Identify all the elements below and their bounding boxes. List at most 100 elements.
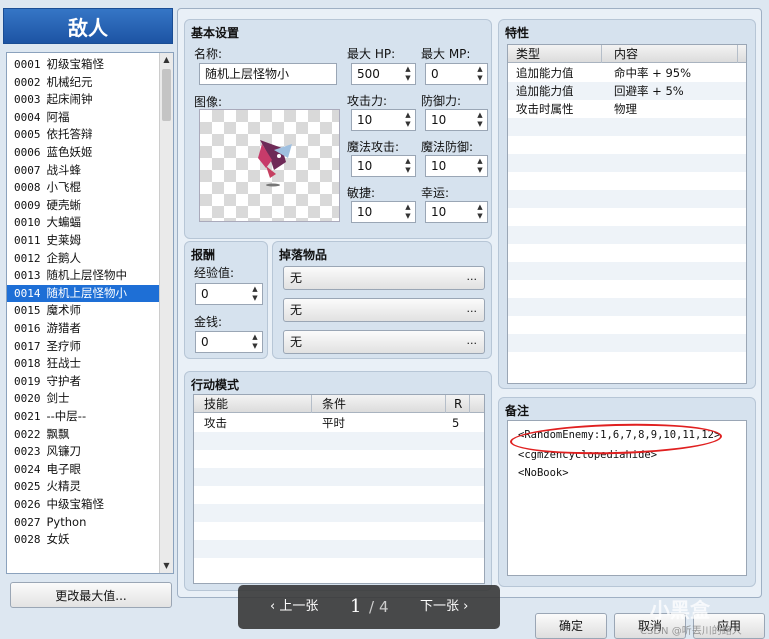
spinner-arrows-icon[interactable]: ▲ ▼: [403, 111, 413, 129]
table-row[interactable]: [508, 190, 746, 208]
table-row[interactable]: [194, 432, 484, 450]
prev-page-button[interactable]: ‹ 上一张: [270, 585, 318, 629]
agi-value: 10: [357, 205, 373, 219]
table-row[interactable]: 追加能力值 回避率 + 5%: [508, 82, 746, 100]
max-hp-value: 500: [357, 67, 380, 81]
table-row[interactable]: [508, 352, 746, 370]
table-row[interactable]: [194, 522, 484, 540]
action-patterns-table[interactable]: 技能 条件 R 攻击 平时 5: [193, 394, 485, 584]
enemy-list-item[interactable]: 0022 飘飘: [7, 426, 159, 444]
name-input[interactable]: 随机上层怪物小: [199, 63, 337, 85]
enemy-image-picker[interactable]: [199, 109, 340, 222]
enemy-list-item[interactable]: 0015 魔术师: [7, 302, 159, 320]
enemy-list-item[interactable]: 0006 蓝色妖姬: [7, 144, 159, 162]
table-row[interactable]: [194, 540, 484, 558]
spinner-arrows-icon[interactable]: ▲ ▼: [475, 203, 485, 221]
scroll-up-arrow-icon[interactable]: ▲: [160, 53, 173, 67]
enemy-list-item[interactable]: 0017 圣疗师: [7, 338, 159, 356]
table-row[interactable]: [508, 334, 746, 352]
enemy-id: 0016: [14, 322, 41, 335]
enemy-list-item[interactable]: 0028 女妖: [7, 531, 159, 549]
table-row[interactable]: [508, 298, 746, 316]
traits-table[interactable]: 类型 内容 追加能力值 命中率 + 95% 追加能力值 回避率 + 5% 攻击时属性 物理: [507, 44, 747, 384]
enemy-list-item[interactable]: 0005 依托答辩: [7, 126, 159, 144]
table-row[interactable]: [508, 136, 746, 154]
enemy-list-item[interactable]: 0010 大蝙蝠: [7, 214, 159, 232]
enemy-list-item[interactable]: 0024 电子眼: [7, 461, 159, 479]
table-row[interactable]: [194, 468, 484, 486]
enemy-list-item[interactable]: 0018 狂战士: [7, 355, 159, 373]
enemy-list[interactable]: 0001 初级宝箱怪 0002 机械纪元 0003 起床闹钟 0004 阿福 0005 依托答辩 0…: [6, 52, 174, 574]
table-row[interactable]: [194, 450, 484, 468]
action-header-condition[interactable]: 条件: [312, 395, 446, 413]
table-row[interactable]: [508, 154, 746, 172]
agi-spinner[interactable]: 10 ▲ ▼: [351, 201, 416, 223]
enemy-list-item[interactable]: 0012 企鹅人: [7, 250, 159, 268]
table-row[interactable]: [508, 280, 746, 298]
spinner-arrows-icon[interactable]: ▲ ▼: [475, 65, 485, 83]
action-header-rating[interactable]: R: [446, 395, 470, 413]
table-row[interactable]: [508, 244, 746, 262]
exp-spinner[interactable]: 0 ▲ ▼: [195, 283, 263, 305]
table-row[interactable]: [508, 208, 746, 226]
enemy-list-item[interactable]: 0023 风镰刀: [7, 443, 159, 461]
enemy-list-item[interactable]: 0021 --中层--: [7, 408, 159, 426]
next-page-button[interactable]: 下一张 ›: [420, 585, 468, 629]
table-row[interactable]: 攻击时属性 物理: [508, 100, 746, 118]
enemy-list-item[interactable]: 0001 初级宝箱怪: [7, 56, 159, 74]
mdf-spinner[interactable]: 10 ▲ ▼: [425, 155, 488, 177]
gold-spinner[interactable]: 0 ▲ ▼: [195, 331, 263, 353]
spinner-arrows-icon[interactable]: ▲ ▼: [403, 203, 413, 221]
spinner-arrows-icon[interactable]: ▲ ▼: [475, 111, 485, 129]
enemy-list-item[interactable]: 0011 史莱姆: [7, 232, 159, 250]
enemy-list-item[interactable]: 0003 起床闹钟: [7, 91, 159, 109]
enemy-list-item[interactable]: 0019 守护者: [7, 373, 159, 391]
action-header-skill[interactable]: 技能: [194, 395, 312, 413]
max-hp-spinner[interactable]: 500 ▲ ▼: [351, 63, 416, 85]
table-row[interactable]: 追加能力值 命中率 + 95%: [508, 64, 746, 82]
enemy-list-item[interactable]: 0009 硬壳蜥: [7, 197, 159, 215]
enemy-list-scrollbar[interactable]: ▲ ▼: [159, 53, 173, 573]
traits-header-type[interactable]: 类型: [508, 45, 602, 63]
spinner-arrows-icon[interactable]: ▲ ▼: [403, 65, 413, 83]
table-row[interactable]: [194, 486, 484, 504]
notes-textarea[interactable]: <RandomEnemy:1,6,7,8,9,10,11,12> <cgmzen…: [507, 420, 747, 576]
drop-item-1-button[interactable]: 无...: [283, 266, 485, 290]
table-row[interactable]: [508, 262, 746, 280]
table-row[interactable]: 攻击 平时 5: [194, 414, 484, 432]
spinner-arrows-icon[interactable]: ▲ ▼: [475, 157, 485, 175]
enemy-list-item[interactable]: 0027 Python: [7, 514, 159, 532]
spinner-arrows-icon[interactable]: ▲ ▼: [403, 157, 413, 175]
enemy-list-item[interactable]: 0002 机械纪元: [7, 74, 159, 92]
enemy-list-item[interactable]: 0014 随机上层怪物小: [7, 284, 159, 303]
spinner-arrows-icon[interactable]: ▲ ▼: [250, 333, 260, 351]
spinner-arrows-icon[interactable]: ▲ ▼: [250, 285, 260, 303]
enemy-list-item[interactable]: 0025 火精灵: [7, 478, 159, 496]
enemy-list-item[interactable]: 0026 中级宝箱怪: [7, 496, 159, 514]
table-row[interactable]: [508, 226, 746, 244]
enemy-list-item[interactable]: 0016 游猎者: [7, 320, 159, 338]
atk-spinner[interactable]: 10 ▲ ▼: [351, 109, 416, 131]
basic-settings-title: 基本设置: [191, 26, 240, 40]
table-row[interactable]: [508, 172, 746, 190]
luk-spinner[interactable]: 10 ▲ ▼: [425, 201, 488, 223]
table-row[interactable]: [194, 504, 484, 522]
def-spinner[interactable]: 10 ▲ ▼: [425, 109, 488, 131]
drop-item-2-button[interactable]: 无...: [283, 298, 485, 322]
change-max-button[interactable]: 更改最大值...: [10, 582, 172, 608]
traits-header-content[interactable]: 内容: [602, 45, 738, 63]
enemy-list-item[interactable]: 0004 阿福: [7, 109, 159, 127]
ok-button[interactable]: 确定: [535, 613, 607, 639]
enemy-list-item[interactable]: 0013 随机上层怪物中: [7, 267, 159, 285]
table-row[interactable]: [508, 316, 746, 334]
max-mp-spinner[interactable]: 0 ▲ ▼: [425, 63, 488, 85]
table-row[interactable]: [194, 558, 484, 576]
scroll-thumb[interactable]: [162, 69, 171, 121]
scroll-down-arrow-icon[interactable]: ▼: [160, 559, 173, 573]
table-row[interactable]: [508, 118, 746, 136]
mat-spinner[interactable]: 10 ▲ ▼: [351, 155, 416, 177]
drop-item-3-button[interactable]: 无...: [283, 330, 485, 354]
enemy-list-item[interactable]: 0020 剑士: [7, 390, 159, 408]
enemy-list-item[interactable]: 0007 战斗蜂: [7, 162, 159, 180]
enemy-list-item[interactable]: 0008 小飞棍: [7, 179, 159, 197]
